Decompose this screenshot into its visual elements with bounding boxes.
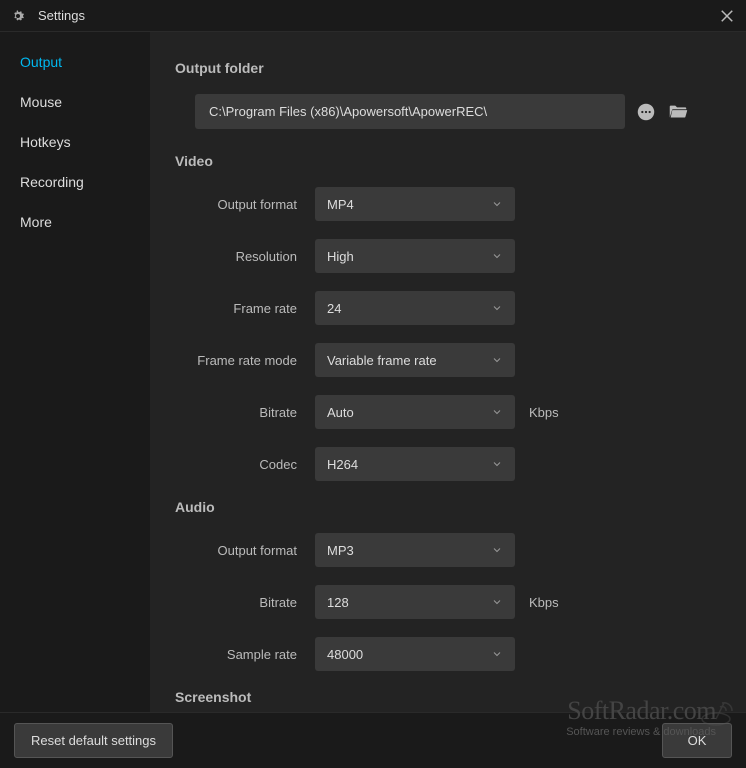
dropdown-value: 48000: [327, 647, 363, 662]
dropdown-frame-rate-mode[interactable]: Variable frame rate: [315, 343, 515, 377]
dropdown-video-output-format[interactable]: MP4: [315, 187, 515, 221]
chevron-down-icon: [491, 302, 503, 314]
dropdown-value: MP3: [327, 543, 354, 558]
sidebar-item-recording[interactable]: Recording: [0, 162, 150, 202]
dropdown-resolution[interactable]: High: [315, 239, 515, 273]
section-header-audio: Audio: [175, 499, 721, 515]
chevron-down-icon: [491, 648, 503, 660]
sidebar: Output Mouse Hotkeys Recording More: [0, 32, 150, 712]
sidebar-item-mouse[interactable]: Mouse: [0, 82, 150, 122]
chevron-down-icon: [491, 354, 503, 366]
sidebar-item-label: Output: [20, 54, 62, 70]
open-folder-button[interactable]: [667, 101, 689, 123]
label-resolution: Resolution: [175, 249, 315, 264]
window-title: Settings: [38, 8, 85, 23]
label-frame-rate: Frame rate: [175, 301, 315, 316]
footer: Reset default settings OK: [0, 712, 746, 768]
browse-more-button[interactable]: [635, 101, 657, 123]
label-codec: Codec: [175, 457, 315, 472]
label-audio-bitrate: Bitrate: [175, 595, 315, 610]
output-folder-input[interactable]: [195, 94, 625, 129]
dropdown-value: 128: [327, 595, 349, 610]
chevron-down-icon: [491, 406, 503, 418]
label-audio-output-format: Output format: [175, 543, 315, 558]
sidebar-item-output[interactable]: Output: [0, 42, 150, 82]
sidebar-item-label: Hotkeys: [20, 134, 71, 150]
gear-icon: [10, 8, 26, 24]
ok-button[interactable]: OK: [662, 723, 732, 758]
dropdown-codec[interactable]: H264: [315, 447, 515, 481]
sidebar-item-label: More: [20, 214, 52, 230]
label-sample-rate: Sample rate: [175, 647, 315, 662]
suffix-kbps: Kbps: [529, 595, 559, 610]
reset-defaults-button[interactable]: Reset default settings: [14, 723, 173, 758]
dropdown-audio-output-format[interactable]: MP3: [315, 533, 515, 567]
chevron-down-icon: [491, 250, 503, 262]
label-frame-rate-mode: Frame rate mode: [175, 353, 315, 368]
dropdown-audio-bitrate[interactable]: 128: [315, 585, 515, 619]
dropdown-sample-rate[interactable]: 48000: [315, 637, 515, 671]
label-video-output-format: Output format: [175, 197, 315, 212]
section-header-video: Video: [175, 153, 721, 169]
suffix-kbps: Kbps: [529, 405, 559, 420]
sidebar-item-label: Recording: [20, 174, 84, 190]
chevron-down-icon: [491, 458, 503, 470]
dropdown-value: 24: [327, 301, 341, 316]
dropdown-value: Auto: [327, 405, 354, 420]
section-header-output-folder: Output folder: [175, 60, 721, 76]
chevron-down-icon: [491, 198, 503, 210]
section-header-screenshot: Screenshot: [175, 689, 721, 705]
label-video-bitrate: Bitrate: [175, 405, 315, 420]
sidebar-item-more[interactable]: More: [0, 202, 150, 242]
dropdown-value: MP4: [327, 197, 354, 212]
dropdown-value: H264: [327, 457, 358, 472]
dropdown-frame-rate[interactable]: 24: [315, 291, 515, 325]
chevron-down-icon: [491, 596, 503, 608]
dropdown-video-bitrate[interactable]: Auto: [315, 395, 515, 429]
close-button[interactable]: [718, 7, 736, 25]
sidebar-item-label: Mouse: [20, 94, 62, 110]
chevron-down-icon: [491, 544, 503, 556]
sidebar-item-hotkeys[interactable]: Hotkeys: [0, 122, 150, 162]
dropdown-value: Variable frame rate: [327, 353, 437, 368]
dropdown-value: High: [327, 249, 354, 264]
content-pane: Output folder Video Output format MP4 Re…: [150, 32, 746, 712]
titlebar: Settings: [0, 0, 746, 32]
